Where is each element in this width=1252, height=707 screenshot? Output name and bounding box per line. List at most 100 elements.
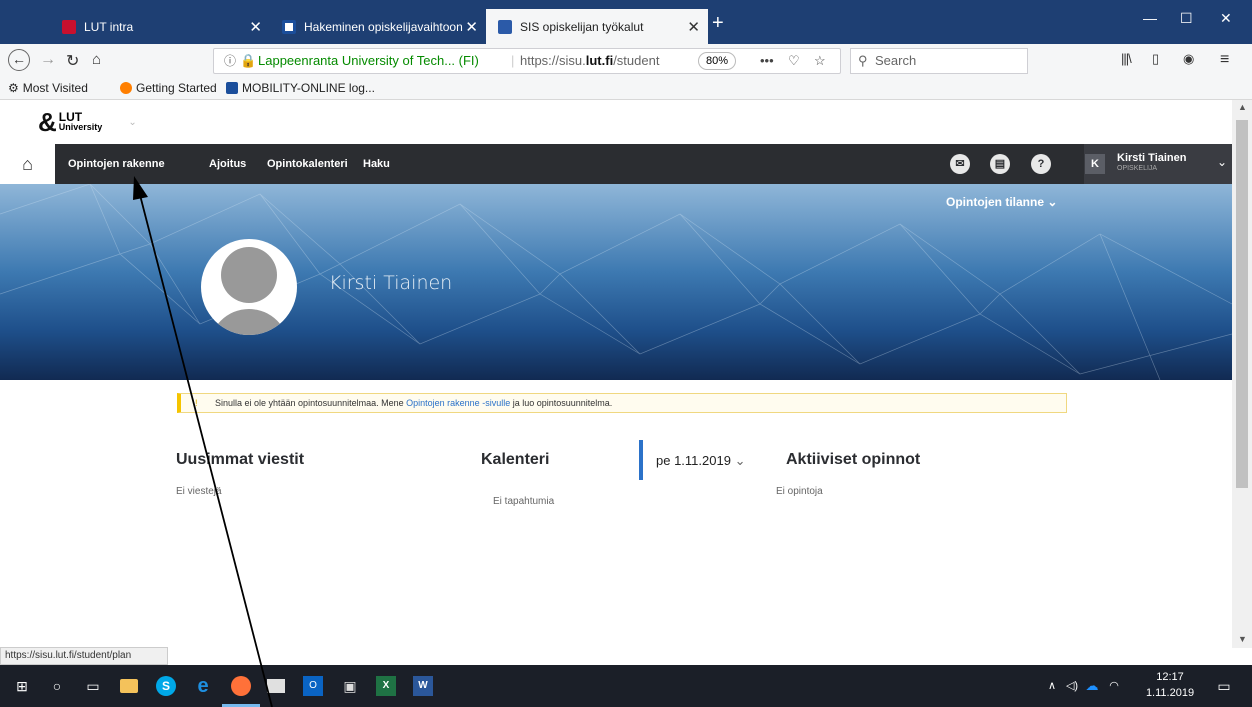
messages-icon[interactable]: ✉ — [950, 154, 970, 174]
tab-title: SIS opiskelijan työkalut — [520, 19, 644, 34]
new-tab-icon[interactable]: + — [712, 12, 724, 35]
tab-hakeminen[interactable]: Hakeminen opiskelijavaihtoon ✕ — [270, 9, 486, 44]
page-content: & LUT University ⌄ ⌂ Opintojen rakenne A… — [0, 100, 1232, 648]
reload-icon[interactable]: ↻ — [66, 51, 79, 71]
skype-icon[interactable]: S — [156, 676, 176, 696]
sidebar-icon[interactable]: ▯ — [1152, 51, 1159, 67]
mobility-icon — [226, 82, 238, 94]
logo-bar: & LUT University ⌄ — [0, 100, 1232, 144]
scroll-up-icon[interactable]: ▲ — [1238, 102, 1247, 112]
edge-icon[interactable]: e — [193, 676, 213, 696]
person-body — [209, 309, 289, 335]
pocket-icon[interactable]: ♡ — [788, 49, 800, 73]
chevron-down-icon: ⌄ — [1047, 195, 1058, 209]
excel-icon[interactable]: X — [376, 676, 396, 696]
url-text: https://sisu.lut.fi/student — [520, 53, 660, 68]
calendar-empty: Ei tapahtumia — [493, 496, 555, 507]
wifi-icon[interactable]: ◠ — [1104, 676, 1124, 696]
volume-icon[interactable]: ◁) — [1062, 676, 1082, 696]
tab-title: LUT intra — [84, 19, 134, 34]
firefox-icon — [120, 82, 132, 94]
menu-icon[interactable]: ≡ — [1220, 51, 1229, 69]
profile-banner: Kirsti Tiainen Opintojen tilanne ⌄ — [0, 184, 1232, 380]
close-window-icon[interactable]: ✕ — [1220, 10, 1232, 27]
document-favicon-icon — [282, 19, 296, 34]
sis-favicon-icon — [498, 19, 512, 34]
nav-ajoitus[interactable]: Ajoitus — [209, 144, 246, 184]
bookmark-mobility-online[interactable]: MOBILITY-ONLINE log... — [226, 81, 375, 95]
warning-icon: ! — [195, 398, 198, 408]
close-tab-icon[interactable]: ✕ — [249, 18, 262, 36]
help-icon[interactable]: ? — [1031, 154, 1051, 174]
browser-titlebar: LUT intra ✕ Hakeminen opiskelijavaihtoon… — [0, 0, 1252, 44]
notes-icon[interactable]: ▤ — [990, 154, 1010, 174]
close-tab-icon[interactable]: ✕ — [465, 18, 478, 36]
windows-start-icon[interactable]: ⊞ — [12, 676, 32, 696]
profile-name: Kirsti Tiainen — [329, 272, 453, 294]
firefox-icon[interactable] — [231, 676, 251, 696]
windows-taskbar: ⊞ ○ ▭ S e O ▣ X W ∧ ◁) ☁ ◠ 12:17 1.11.20… — [0, 665, 1252, 707]
lock-icon: 🔒 — [240, 53, 257, 68]
person-head — [221, 247, 277, 303]
status-menu[interactable]: Opintojen tilanne ⌄ — [946, 195, 1057, 209]
active-studies-empty: Ei opintoja — [776, 486, 823, 497]
bookmark-getting-started[interactable]: Getting Started — [120, 81, 217, 95]
onedrive-icon[interactable]: ☁ — [1082, 676, 1102, 696]
file-explorer-icon[interactable] — [120, 679, 138, 693]
page-actions-icon[interactable]: ••• — [760, 49, 774, 73]
home-icon[interactable]: ⌂ — [0, 144, 55, 184]
user-menu[interactable]: K Kirsti Tiainen OPISKELIJA ⌄ — [1084, 144, 1232, 184]
nav-haku[interactable]: Haku — [363, 144, 390, 184]
info-icon[interactable]: ⓘ — [224, 49, 236, 73]
task-view-icon[interactable]: ▭ — [83, 676, 103, 696]
active-studies-title: Aktiiviset opinnot — [786, 451, 921, 468]
user-name: Kirsti Tiainen — [1117, 152, 1187, 164]
chevron-down-icon[interactable]: ⌄ — [128, 117, 136, 128]
close-tab-icon[interactable]: ✕ — [687, 18, 700, 36]
extension-icon[interactable]: ◉ — [1183, 51, 1194, 67]
scrollbar-thumb[interactable] — [1236, 120, 1248, 488]
tab-title: Hakeminen opiskelijavaihtoon — [304, 19, 463, 34]
search-input[interactable]: ⚲ Search — [850, 48, 1028, 74]
back-icon[interactable]: ← — [8, 49, 30, 71]
structure-page-link[interactable]: Opintojen rakenne -sivulle — [406, 398, 510, 408]
tab-lut-intra[interactable]: LUT intra ✕ — [50, 9, 270, 44]
scroll-down-icon[interactable]: ▼ — [1238, 634, 1247, 644]
zoom-indicator[interactable]: 80% — [698, 52, 737, 70]
search-icon[interactable]: ○ — [47, 676, 67, 696]
tray-chevron-up-icon[interactable]: ∧ — [1042, 676, 1062, 696]
app-navigation: ⌂ Opintojen rakenne Ajoitus Opintokalent… — [0, 144, 1232, 184]
notice-banner: ! Sinulla ei ole yhtään opintosuunnitelm… — [177, 393, 1067, 413]
nav-opintojen-rakenne[interactable]: Opintojen rakenne — [68, 144, 165, 184]
word-icon[interactable]: W — [413, 676, 433, 696]
home-icon[interactable]: ⌂ — [92, 51, 101, 68]
network-app-icon[interactable]: ▣ — [340, 676, 360, 696]
page-scrollbar[interactable]: ▲ ▼ — [1232, 100, 1252, 648]
lut-logo[interactable]: & LUT University ⌄ — [38, 109, 137, 135]
bookmark-most-visited[interactable]: ⚙ Most Visited — [8, 81, 88, 95]
url-bar[interactable]: ⓘ 🔒 Lappeenranta University of Tech... (… — [213, 48, 841, 74]
maximize-icon[interactable]: ☐ — [1180, 10, 1193, 27]
site-identity: Lappeenranta University of Tech... (FI) — [258, 53, 479, 68]
chevron-down-icon: ⌄ — [734, 453, 746, 468]
polygon-pattern — [0, 184, 1232, 380]
chevron-down-icon: ⌄ — [1217, 155, 1228, 169]
bookmarks-toolbar: ⚙ Most Visited Getting Started MOBILITY-O… — [0, 78, 1252, 100]
minimize-icon[interactable]: — — [1143, 10, 1157, 26]
bookmark-star-icon[interactable]: ☆ — [814, 49, 826, 73]
search-icon: ⚲ — [858, 53, 868, 68]
avatar — [201, 239, 297, 335]
forward-icon[interactable]: → — [40, 51, 56, 69]
library-icon[interactable]: |||\ — [1121, 51, 1132, 66]
notifications-icon[interactable]: ▭ — [1214, 676, 1234, 696]
calendar-title: Kalenteri — [481, 451, 550, 468]
remote-desktop-icon[interactable] — [267, 679, 285, 693]
messages-title: Uusimmat viestit — [176, 451, 305, 468]
nav-opintokalenteri[interactable]: Opintokalenteri — [267, 144, 348, 184]
outlook-icon[interactable]: O — [303, 676, 323, 696]
tab-sis[interactable]: SIS opiskelijan työkalut ✕ — [486, 9, 708, 44]
gear-icon: ⚙ — [8, 81, 19, 95]
calendar-date-picker[interactable]: pe 1.11.2019 ⌄ — [639, 440, 762, 482]
system-clock[interactable]: 12:17 1.11.2019 — [1142, 669, 1198, 701]
user-role: OPISKELIJA — [1117, 165, 1158, 172]
